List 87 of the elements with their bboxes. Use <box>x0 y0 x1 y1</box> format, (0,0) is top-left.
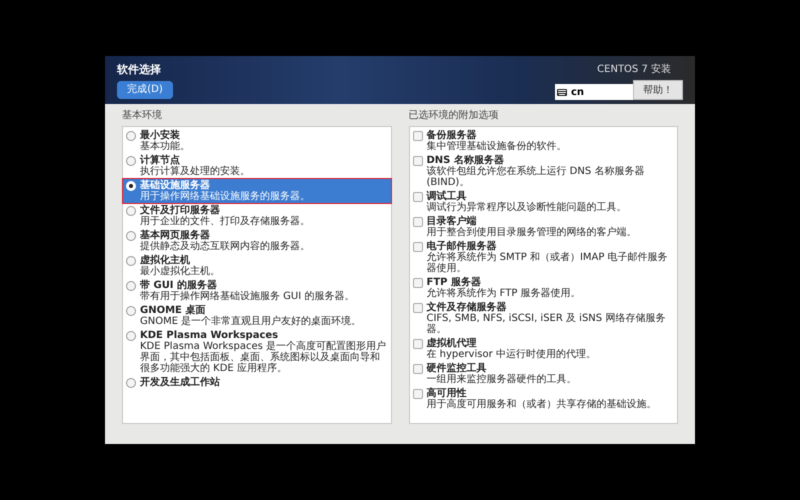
option-title: 调试工具 <box>426 191 466 202</box>
section-heading: 基本环境 <box>122 108 163 123</box>
environment-option[interactable]: 虚拟化主机 最小虚拟化主机。 <box>123 254 390 278</box>
option-title: 基础设施服务器 <box>140 180 210 191</box>
option-title: 电子邮件服务器 <box>426 241 498 252</box>
addon-option[interactable]: FTP 服务器 允许将系统作为 FTP 服务器使用。 <box>410 276 677 300</box>
option-description: 该软件包组允许您在系统上运行 DNS 名称服务器(BIND)。 <box>426 166 646 188</box>
option-description: 用于高度可用服务和（或者）共享存储的基础设施。 <box>426 399 656 410</box>
option-title: KDE Plasma Workspaces <box>140 330 280 341</box>
option-title: 计算节点 <box>140 155 181 166</box>
environment-option[interactable]: KDE Plasma Workspaces KDE Plasma Workspaces 是一个高度可配置图形用户界面，其中包括面板、桌面、系统图标以及桌面向导和很多功能强大的 KDE 应用程序。 <box>123 329 390 375</box>
radio-button[interactable] <box>126 256 136 266</box>
checkbox[interactable] <box>412 364 422 374</box>
option-description: CIFS, SMB, NFS, iSCSI, iSER 及 iSNS 网络存储服务器。 <box>426 313 666 335</box>
addon-option[interactable]: 目录客户端 用于整合到使用目录服务管理的网络的客户端。 <box>410 215 677 239</box>
option-description: GNOME 是一个非常直观且用户友好的桌面环境。 <box>140 316 362 327</box>
radio-button[interactable] <box>126 131 136 141</box>
option-description: 允许将系统作为 SMTP 和（或者）IMAP 电子邮件服务器使用。 <box>426 252 669 274</box>
radio-button[interactable] <box>126 331 136 341</box>
option-title: 文件及存储服务器 <box>426 302 508 313</box>
keyboard-layout-value: cn <box>571 86 584 100</box>
checkbox[interactable] <box>412 156 422 166</box>
checkbox[interactable] <box>412 192 422 202</box>
addon-option[interactable]: 文件及存储服务器 CIFS, SMB, NFS, iSCSI, iSER 及 iSNS 网络存储服务器。 <box>410 301 677 336</box>
radio-button[interactable] <box>126 378 136 388</box>
option-description: 最小虚拟化主机。 <box>140 266 220 277</box>
checkbox[interactable] <box>412 389 422 399</box>
environment-option[interactable]: 带 GUI 的服务器 带有用于操作网络基础设施服务 GUI 的服务器。 <box>123 279 390 303</box>
addon-option[interactable]: 备份服务器 集中管理基础设施备份的软件。 <box>410 129 677 153</box>
keyboard-layout-field[interactable]: cn <box>555 84 633 100</box>
option-title: 目录客户端 <box>426 216 478 227</box>
addon-option[interactable]: 高可用性 用于高度可用服务和（或者）共享存储的基础设施。 <box>410 387 677 411</box>
checkbox[interactable] <box>412 303 422 313</box>
environment-option[interactable]: 基本网页服务器 提供静态及动态互联网内容的服务器。 <box>123 229 390 253</box>
option-title: 最小安装 <box>140 130 181 141</box>
checkbox[interactable] <box>412 217 422 227</box>
option-title: DNS 名称服务器 <box>426 155 505 166</box>
option-description: 带有用于操作网络基础设施服务 GUI 的服务器。 <box>140 291 354 302</box>
keyboard-icon <box>557 88 567 96</box>
product-title: CENTOS 7 安装 <box>597 62 671 77</box>
help-button[interactable]: 帮助！ <box>633 80 683 100</box>
option-title: 虚拟化主机 <box>140 255 190 266</box>
option-title: 带 GUI 的服务器 <box>140 280 218 291</box>
environment-option[interactable]: 计算节点 执行计算及处理的安装。 <box>123 154 390 178</box>
option-description: 基本功能。 <box>140 141 190 152</box>
addon-option[interactable]: 硬件监控工具 一组用来监控服务器硬件的工具。 <box>410 362 677 386</box>
option-description: 用于企业的文件、打印及存储服务器。 <box>140 216 310 227</box>
radio-button[interactable] <box>126 281 136 291</box>
option-title: 备份服务器 <box>426 130 476 141</box>
option-description: KDE Plasma Workspaces 是一个高度可配置图形用户界面，其中包括面板、桌面、系统图标以及桌面向导和很多功能强大的 KDE 应用程序。 <box>140 341 387 374</box>
option-title: 高可用性 <box>426 388 466 399</box>
option-title: 开发及生成工作站 <box>140 377 220 388</box>
option-title: 基本网页服务器 <box>140 230 210 241</box>
environment-option[interactable]: 开发及生成工作站 <box>123 376 390 389</box>
page-title: 软件选择 <box>117 62 162 78</box>
option-title: 虚拟机代理 <box>426 338 478 349</box>
option-description: 允许将系统作为 FTP 服务器使用。 <box>426 288 581 299</box>
option-description: 用于整合到使用目录服务管理的网络的客户端。 <box>426 227 636 238</box>
environment-option[interactable]: 文件及打印服务器 用于企业的文件、打印及存储服务器。 <box>123 204 390 228</box>
checkbox[interactable] <box>412 131 422 141</box>
addon-option[interactable]: 调试工具 调试行为异常程序以及诊断性能问题的工具。 <box>410 190 677 214</box>
option-description: 集中管理基础设施备份的软件。 <box>426 141 566 152</box>
radio-button[interactable] <box>126 206 136 216</box>
radio-button[interactable] <box>126 306 136 316</box>
addon-option[interactable]: 电子邮件服务器 允许将系统作为 SMTP 和（或者）IMAP 电子邮件服务器使用。 <box>410 240 677 275</box>
checkbox[interactable] <box>412 339 422 349</box>
checkbox[interactable] <box>412 242 422 252</box>
option-title: 硬件监控工具 <box>426 363 488 374</box>
addon-option[interactable]: 虚拟机代理 在 hypervisor 中运行时使用的代理。 <box>410 337 677 361</box>
radio-button[interactable] <box>126 156 136 166</box>
environment-option[interactable]: GNOME 桌面 GNOME 是一个非常直观且用户友好的桌面环境。 <box>123 304 390 328</box>
option-description: 执行计算及处理的安装。 <box>140 166 250 177</box>
option-description: 一组用来监控服务器硬件的工具。 <box>426 374 576 385</box>
option-description: 用于操作网络基础设施服务的服务器。 <box>140 191 310 202</box>
option-description: 在 hypervisor 中运行时使用的代理。 <box>426 349 596 360</box>
option-title: FTP 服务器 <box>426 277 482 288</box>
option-description: 调试行为异常程序以及诊断性能问题的工具。 <box>426 202 626 213</box>
section-heading: 已选环境的附加选项 <box>408 108 500 123</box>
option-title: GNOME 桌面 <box>140 305 206 316</box>
addon-option[interactable]: DNS 名称服务器 该软件包组允许您在系统上运行 DNS 名称服务器(BIND)。 <box>410 154 677 189</box>
environment-option[interactable]: 基础设施服务器 用于操作网络基础设施服务的服务器。 <box>123 179 390 203</box>
done-button[interactable]: 完成(D) <box>117 80 173 98</box>
checkbox[interactable] <box>412 278 422 288</box>
environment-option[interactable]: 最小安装 基本功能。 <box>123 129 390 153</box>
radio-button[interactable] <box>126 231 136 241</box>
option-description: 提供静态及动态互联网内容的服务器。 <box>140 241 310 252</box>
option-title: 文件及打印服务器 <box>140 205 220 216</box>
